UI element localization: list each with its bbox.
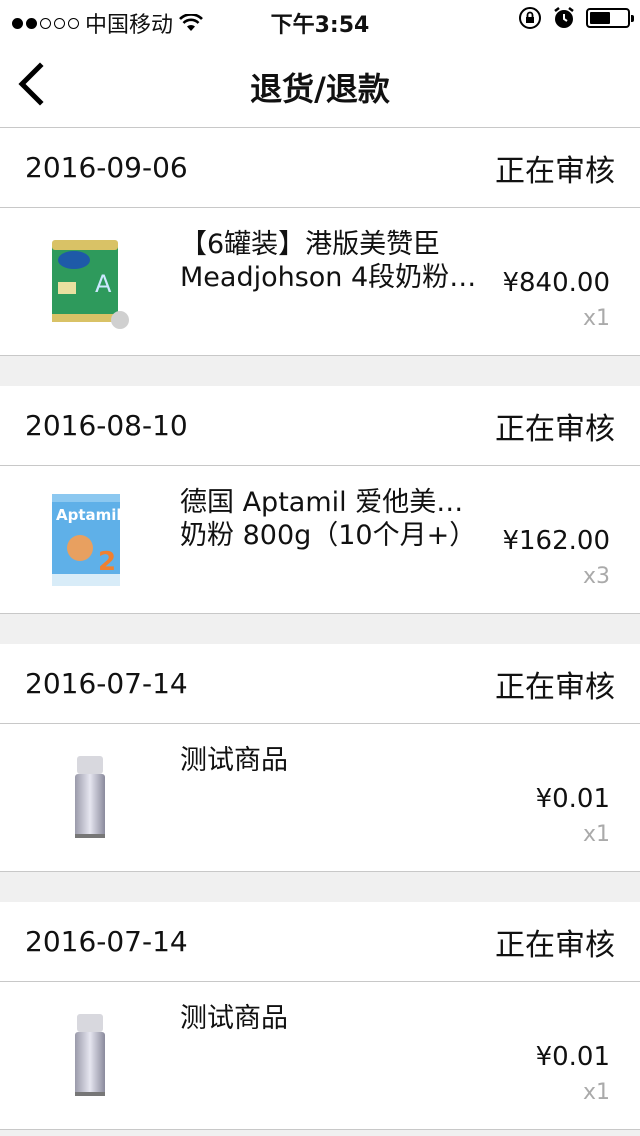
order-date: 2016-07-14 [25,925,188,958]
page-title: 退货/退款 [250,70,390,108]
product-name: 测试商品 [180,1002,480,1035]
product-name-line2: 奶粉 800g（10个月+） [180,520,477,551]
order-header: 2016-09-06 正在审核 [0,128,640,208]
section-gap [0,614,640,644]
status-bar-right [518,6,634,30]
order-header: 2016-08-10 正在审核 [0,386,640,466]
product-name: 【6罐装】港版美赞臣 Meadjohson 4段奶粉粉（3岁以上） [180,228,480,294]
product-name-line1: 【6罐装】港版美赞臣 [180,229,441,260]
order-date: 2016-07-14 [25,667,188,700]
order-item[interactable]: 测试商品 ¥0.01 x1 [0,724,640,872]
order-status: 正在审核 [495,411,615,447]
product-name-line1: 德国 Aptamil 爱他美2段 [180,487,480,518]
order-card[interactable]: 2016-07-14 正在审核 测试商品 ¥0.01 x1 [0,902,640,1130]
order-header: 2016-07-14 正在审核 [0,644,640,724]
order-status: 正在审核 [495,669,615,705]
product-name-line1: 测试商品 [180,1003,288,1034]
product-name-line2: Meadjohson 4段奶粉粉（3岁以上） [180,262,480,293]
svg-text:2: 2 [98,547,116,577]
product-price: ¥162.00 [502,526,610,556]
rotation-lock-icon [519,7,541,29]
product-thumbnail-formula-can-blue: Aptamil 2 [52,494,122,586]
product-quantity: x1 [582,1080,610,1105]
section-gap [0,356,640,386]
svg-text:Aptamil: Aptamil [56,506,122,524]
order-date: 2016-09-06 [25,151,188,184]
product-quantity: x3 [582,564,610,589]
product-quantity: x1 [582,306,610,331]
order-card[interactable]: 2016-07-14 正在审核 测试商品 ¥0.01 x1 [0,644,640,872]
order-status: 正在审核 [495,927,615,963]
battery-icon [586,8,634,28]
status-bar: 中国移动 下午3:54 [0,0,640,40]
product-name: 测试商品 [180,744,480,777]
product-thumbnail-serum-bottle [75,756,105,838]
order-item[interactable]: 测试商品 ¥0.01 x1 [0,982,640,1130]
product-thumbnail-formula-can-green: A [52,240,129,329]
product-quantity: x1 [582,822,610,847]
section-gap [0,872,640,902]
order-item[interactable]: Aptamil 2 德国 Aptamil 爱他美2段 奶粉 800g（10个月+… [0,466,640,614]
product-price: ¥0.01 [535,1042,610,1072]
product-thumbnail-serum-bottle [75,1014,105,1096]
product-name-line1: 测试商品 [180,745,288,776]
order-date: 2016-08-10 [25,409,188,442]
product-name: 德国 Aptamil 爱他美2段 奶粉 800g（10个月+） [180,486,480,552]
product-price: ¥0.01 [535,784,610,814]
order-item[interactable]: A 【6罐装】港版美赞臣 Meadjohson 4段奶粉粉（3岁以上） ¥840… [0,208,640,356]
order-card[interactable]: 2016-09-06 正在审核 A 【6罐装】港版美赞臣 Meadjohson … [0,128,640,356]
navigation-bar: 退货/退款 [0,40,640,128]
product-price: ¥840.00 [502,268,610,298]
order-status: 正在审核 [495,153,615,189]
order-header: 2016-07-14 正在审核 [0,902,640,982]
svg-text:A: A [95,270,112,298]
order-card[interactable]: 2016-08-10 正在审核 Aptamil 2 德国 Aptamil 爱他美… [0,386,640,614]
alarm-icon [554,7,574,28]
